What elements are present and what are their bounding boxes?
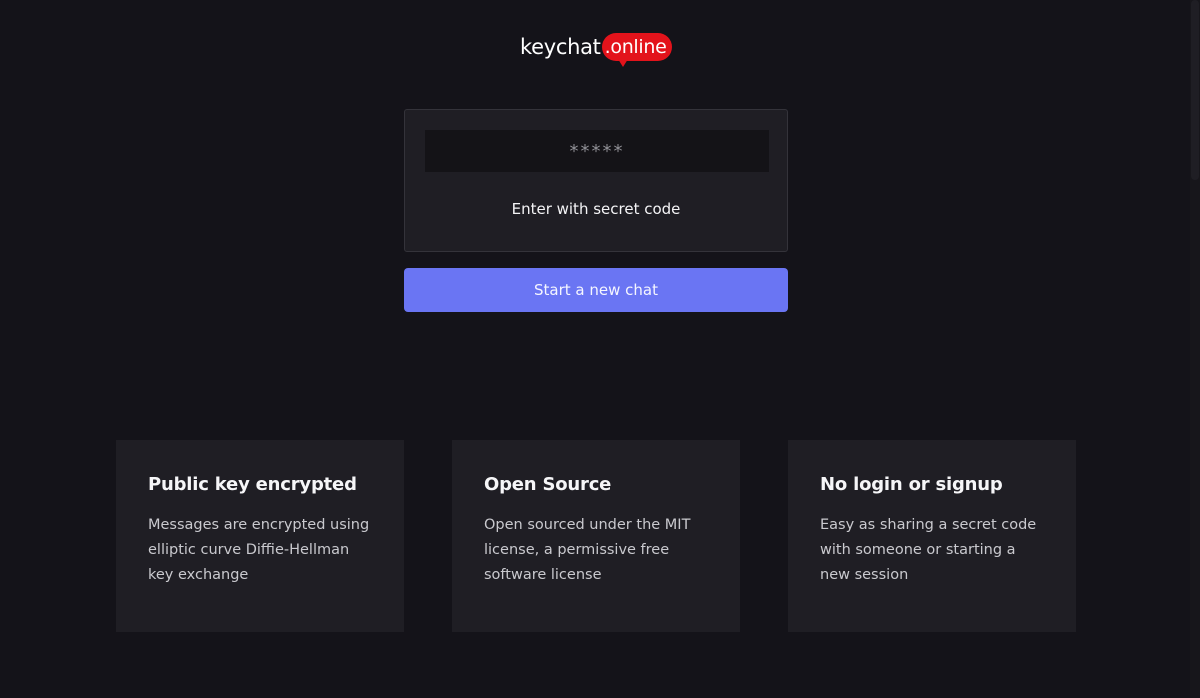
page: keychat .online Enter with secret code S… bbox=[0, 0, 1200, 698]
start-new-chat-button[interactable]: Start a new chat bbox=[404, 268, 788, 312]
logo-badge: .online bbox=[601, 33, 672, 67]
logo[interactable]: keychat .online bbox=[520, 30, 672, 67]
secret-code-input[interactable] bbox=[425, 130, 769, 172]
feature-description: Messages are encrypted using elliptic cu… bbox=[148, 517, 370, 583]
secret-code-panel: Enter with secret code bbox=[404, 109, 788, 252]
feature-card-encryption: Public key encrypted Messages are encryp… bbox=[116, 440, 404, 632]
logo-name: keychat bbox=[520, 35, 601, 59]
features-section: Public key encrypted Messages are encryp… bbox=[116, 440, 1076, 632]
feature-description: Easy as sharing a secret code with someo… bbox=[820, 517, 1037, 583]
enter-with-secret-code-label: Enter with secret code bbox=[511, 200, 681, 218]
feature-title: No login or signup bbox=[820, 474, 1003, 495]
feature-title: Open Source bbox=[484, 474, 612, 495]
feature-card-no-login: No login or signup Easy as sharing a sec… bbox=[788, 440, 1076, 632]
scrollbar-track[interactable] bbox=[1190, 0, 1200, 698]
feature-description: Open sourced under the MIT license, a pe… bbox=[484, 517, 691, 583]
scrollbar-thumb[interactable] bbox=[1191, 0, 1199, 180]
feature-title: Public key encrypted bbox=[148, 474, 357, 495]
feature-card-open-source: Open Source Open sourced under the MIT l… bbox=[452, 440, 740, 632]
